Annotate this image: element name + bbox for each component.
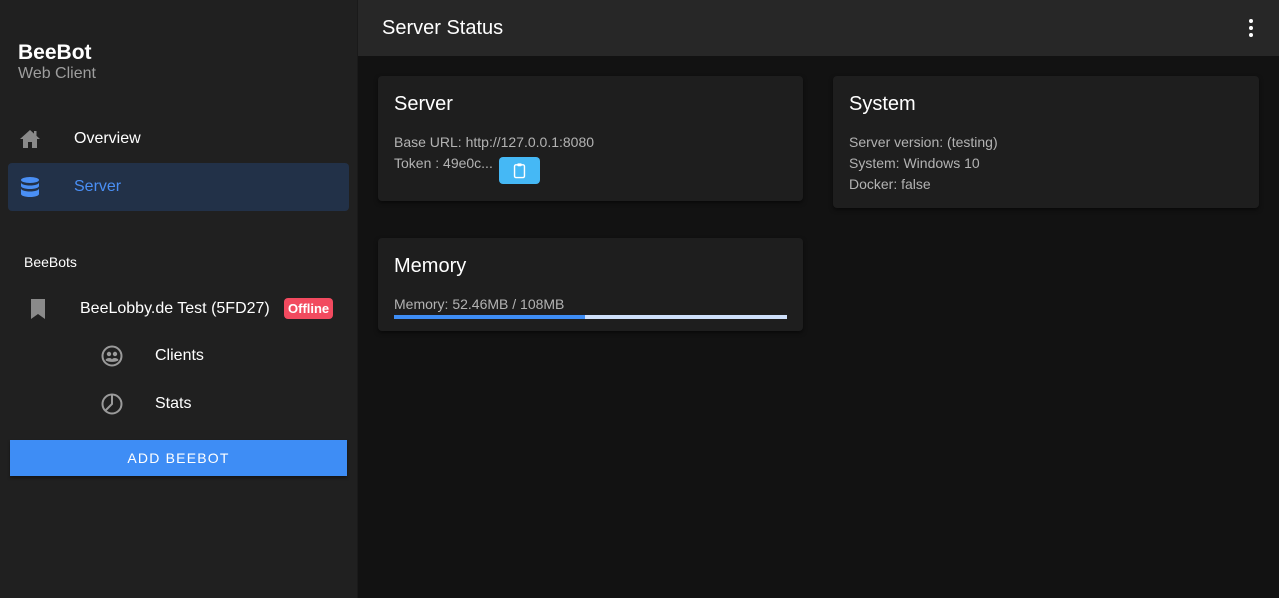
app-subtitle: Web Client: [18, 65, 96, 82]
bookmark-icon: [26, 297, 50, 321]
system-card-title: System: [849, 93, 916, 115]
sub-item-clients[interactable]: Clients: [8, 332, 349, 380]
status-badge: Offline: [284, 298, 334, 319]
nav-item-overview-label: Overview: [74, 130, 141, 147]
memory-progress-fill: [394, 315, 585, 319]
server-version-text: Server version: (testing): [849, 134, 998, 150]
page-title: Server Status: [382, 17, 504, 39]
memory-progress-bar: [394, 315, 787, 319]
clients-icon: [100, 344, 124, 368]
nav-item-server[interactable]: Server: [8, 163, 349, 211]
app-title: BeeBot: [18, 41, 92, 64]
brand: BeeBot Web Client: [18, 41, 96, 84]
server-card: Server Base URL: http://127.0.0.1:8080 T…: [378, 76, 803, 201]
nav-item-server-label: Server: [74, 178, 122, 195]
bot-item[interactable]: BeeLobby.de Test (5FD27) Offline: [8, 285, 349, 333]
docker-text: Docker: false: [849, 176, 931, 192]
system-text: System: Windows 10: [849, 155, 980, 171]
add-beebot-button[interactable]: ADD BEEBOT: [10, 440, 347, 476]
base-url-text: Base URL: http://127.0.0.1:8080: [394, 134, 595, 150]
beebots-heading: BeeBots: [24, 254, 77, 270]
more-vertical-icon[interactable]: [1239, 16, 1263, 40]
sub-item-stats[interactable]: Stats: [8, 380, 349, 428]
server-card-title: Server: [394, 93, 453, 115]
clipboard-icon: [513, 163, 526, 179]
token-text: Token : 49e0c...: [394, 155, 493, 171]
bot-item-label: BeeLobby.de Test (5FD27): [80, 300, 270, 317]
sub-item-stats-label: Stats: [155, 395, 192, 412]
copy-token-button[interactable]: [499, 157, 540, 184]
sidebar: BeeBot Web Client Overview Server BeeBot…: [0, 0, 358, 598]
home-icon: [18, 127, 42, 151]
app: BeeBot Web Client Overview Server BeeBot…: [0, 0, 1279, 598]
system-card: System Server version: (testing) System:…: [833, 76, 1259, 208]
top-bar: Server Status: [358, 0, 1279, 56]
pie-chart-icon: [100, 392, 124, 416]
sub-item-clients-label: Clients: [155, 347, 204, 364]
database-icon: [18, 175, 42, 199]
memory-card: Memory Memory: 52.46MB / 108MB: [378, 238, 803, 331]
nav-item-overview[interactable]: Overview: [8, 115, 349, 163]
memory-card-title: Memory: [394, 255, 467, 277]
memory-text: Memory: 52.46MB / 108MB: [394, 296, 565, 312]
